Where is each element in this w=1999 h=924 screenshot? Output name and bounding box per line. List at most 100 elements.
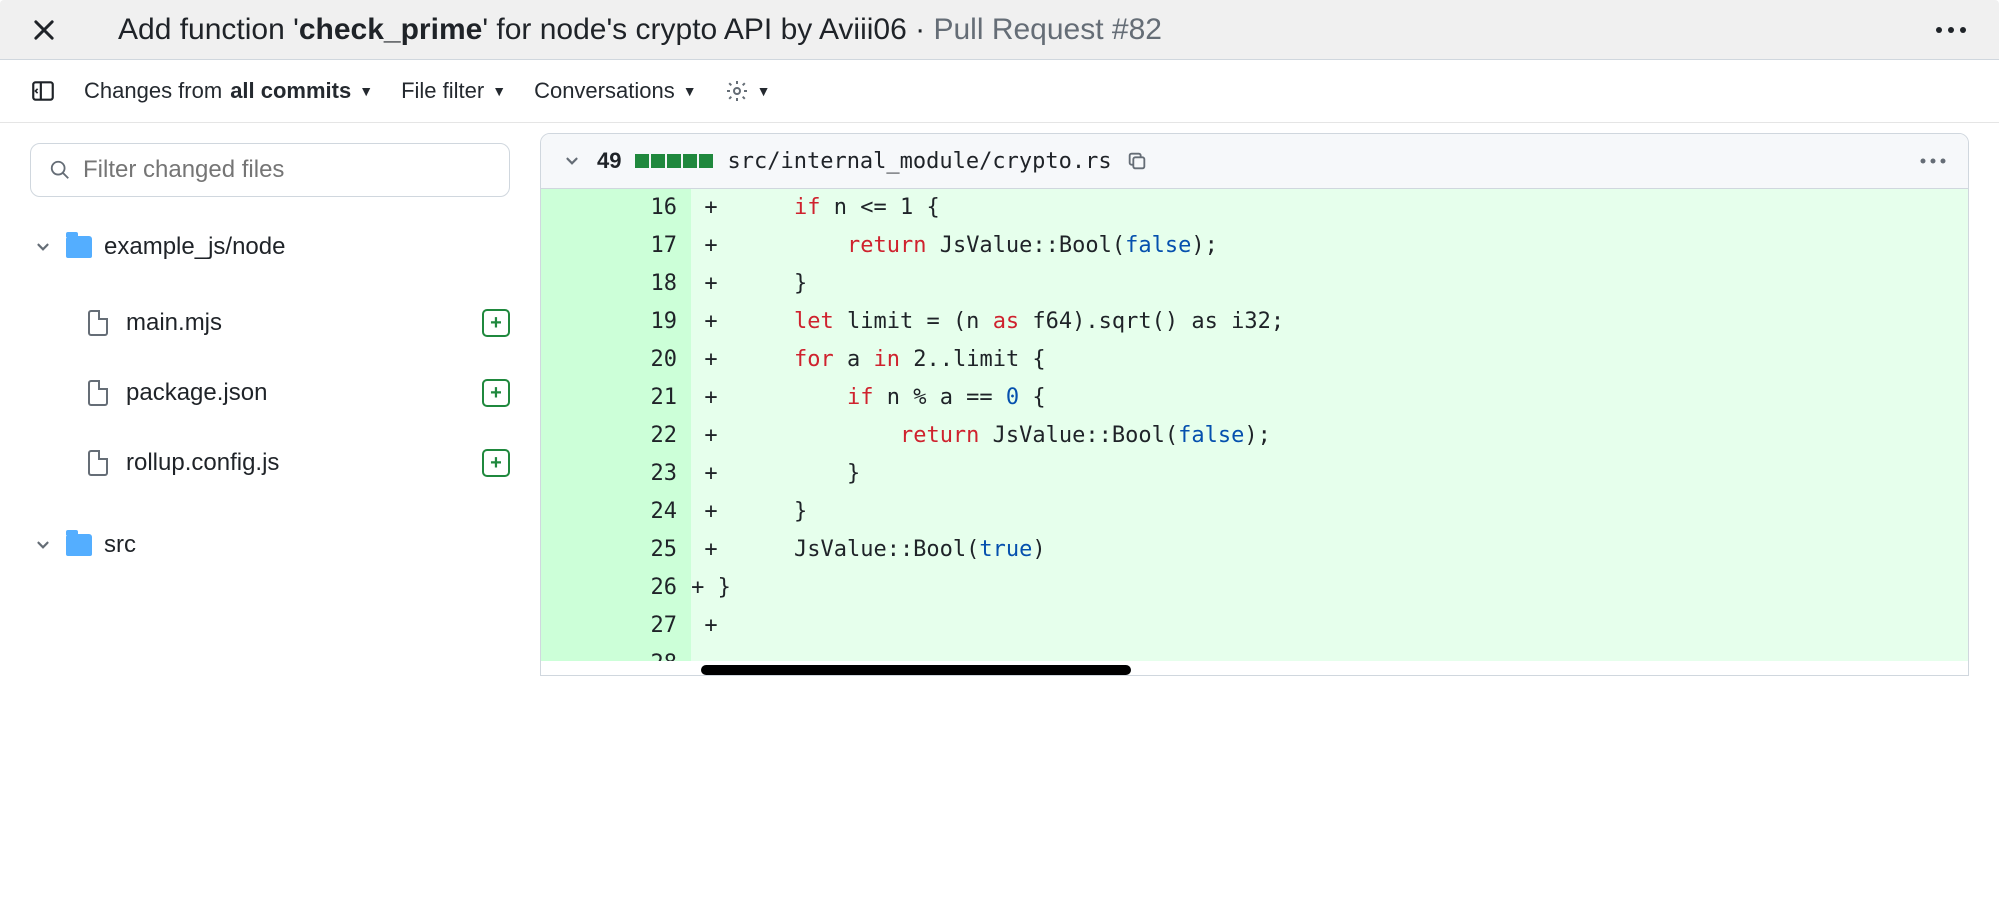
diff-marker: + [691,303,731,341]
diff-line[interactable]: 16+ if n <= 1 { [541,189,1968,227]
search-icon [49,159,71,181]
diff-marker: + [691,379,731,417]
file-tree-sidebar: example_js/node main.mjs + package.json + rol… [0,123,540,676]
tree-file[interactable]: rollup.config.js [30,449,279,477]
diff-marker: + [691,607,731,645]
collapse-file-icon[interactable] [561,152,583,170]
changes-from-dropdown[interactable]: Changes from all commits ▼ [84,78,373,104]
diff-file-path[interactable]: src/internal_module/crypto.rs [727,149,1111,174]
file-added-badge: + [482,449,510,477]
file-added-badge: + [482,309,510,337]
gutter-old [541,417,621,455]
file-icon [88,450,108,476]
diff-marker: + [691,227,731,265]
diff-marker: + [691,189,731,227]
diff-line[interactable]: 18+ } [541,265,1968,303]
diff-marker: + [691,341,731,379]
gutter-old [541,341,621,379]
code-content [731,569,1968,607]
diff-line[interactable]: 20+ for a in 2..limit { [541,341,1968,379]
gutter-new: 28 [621,645,691,661]
gutter-old [541,227,621,265]
filter-files-field[interactable] [83,156,491,184]
diff-line[interactable]: 25+ JsValue::Bool(true) [541,531,1968,569]
chevron-down-icon: ▼ [757,83,771,99]
conversations-dropdown[interactable]: Conversations ▼ [534,78,697,104]
page-title: Add function 'check_prime' for node's cr… [118,13,1933,47]
diff-line[interactable]: 24+ } [541,493,1968,531]
code-content: if n % a == 0 { [731,379,1968,417]
gutter-new: 22 [621,417,691,455]
file-more-menu-icon[interactable] [1918,157,1948,165]
diff-stat-bars [635,154,713,168]
diff-line-count: 49 [597,148,621,174]
diff-line[interactable]: 23+ } [541,455,1968,493]
code-content: return JsValue::Bool(false); [731,227,1968,265]
gutter-new: 26 [621,569,691,607]
diff-marker: + [691,265,731,303]
gutter-new: 24 [621,493,691,531]
code-content: if n <= 1 { [731,189,1968,227]
filter-files-input[interactable] [30,143,510,197]
file-label: main.mjs [126,309,222,337]
chevron-down-icon [32,536,54,554]
folder-label: example_js/node [104,233,285,261]
code-content: } [731,455,1968,493]
diff-line[interactable]: 28 [541,645,1968,661]
diff-file-header: 49 src/internal_module/crypto.rs [541,134,1968,189]
gutter-old [541,569,621,607]
code-content: } [731,493,1968,531]
diff-line[interactable]: 19+ let limit = (n as f64).sqrt() as i32… [541,303,1968,341]
diff-code-block[interactable]: 16+ if n <= 1 {17+ return JsValue::Bool(… [541,189,1968,661]
tree-folder[interactable]: src [30,525,510,565]
tree-folder[interactable]: example_js/node [30,227,510,267]
diff-line[interactable]: 17+ return JsValue::Bool(false); [541,227,1968,265]
gutter-old [541,189,621,227]
more-menu-icon[interactable] [1933,25,1969,35]
file-added-badge: + [482,379,510,407]
file-label: rollup.config.js [126,449,279,477]
file-label: package.json [126,379,267,407]
gutter-old [541,645,621,661]
gutter-old [541,379,621,417]
chevron-down-icon [32,238,54,256]
tree-file[interactable]: main.mjs [30,309,222,337]
gutter-old [541,265,621,303]
code-content: JsValue::Bool(true) [731,531,1968,569]
gutter-new: 18 [621,265,691,303]
tree-file[interactable]: package.json [30,379,267,407]
chevron-down-icon: ▼ [683,83,697,99]
gutter-new: 16 [621,189,691,227]
diff-line[interactable]: 27+ [541,607,1968,645]
gutter-old [541,303,621,341]
file-icon [88,310,108,336]
code-content: let limit = (n as f64).sqrt() as i32; [731,303,1968,341]
gutter-new: 27 [621,607,691,645]
close-icon[interactable] [30,16,58,44]
diff-marker: + [691,455,731,493]
diff-marker [691,645,731,661]
horizontal-scrollbar[interactable] [701,665,1131,675]
code-content: return JsValue::Bool(false); [731,417,1968,455]
diff-marker: + [691,531,731,569]
code-content [731,607,1968,645]
diff-line[interactable]: 26+ } [541,569,1968,607]
folder-icon [66,534,92,556]
gutter-new: 23 [621,455,691,493]
gutter-new: 21 [621,379,691,417]
copy-path-icon[interactable] [1126,150,1148,172]
diff-line[interactable]: 22+ return JsValue::Bool(false); [541,417,1968,455]
diff-settings-dropdown[interactable]: ▼ [725,79,771,103]
gutter-old [541,493,621,531]
file-filter-dropdown[interactable]: File filter ▼ [401,78,506,104]
gear-icon [725,79,749,103]
diff-toolbar: Changes from all commits ▼ File filter ▼… [0,60,1999,123]
chevron-down-icon: ▼ [492,83,506,99]
toggle-file-tree-icon[interactable] [30,78,56,104]
code-content: } [731,265,1968,303]
gutter-new: 17 [621,227,691,265]
diff-line[interactable]: 21+ if n % a == 0 { [541,379,1968,417]
folder-icon [66,236,92,258]
gutter-new: 19 [621,303,691,341]
gutter-new: 25 [621,531,691,569]
